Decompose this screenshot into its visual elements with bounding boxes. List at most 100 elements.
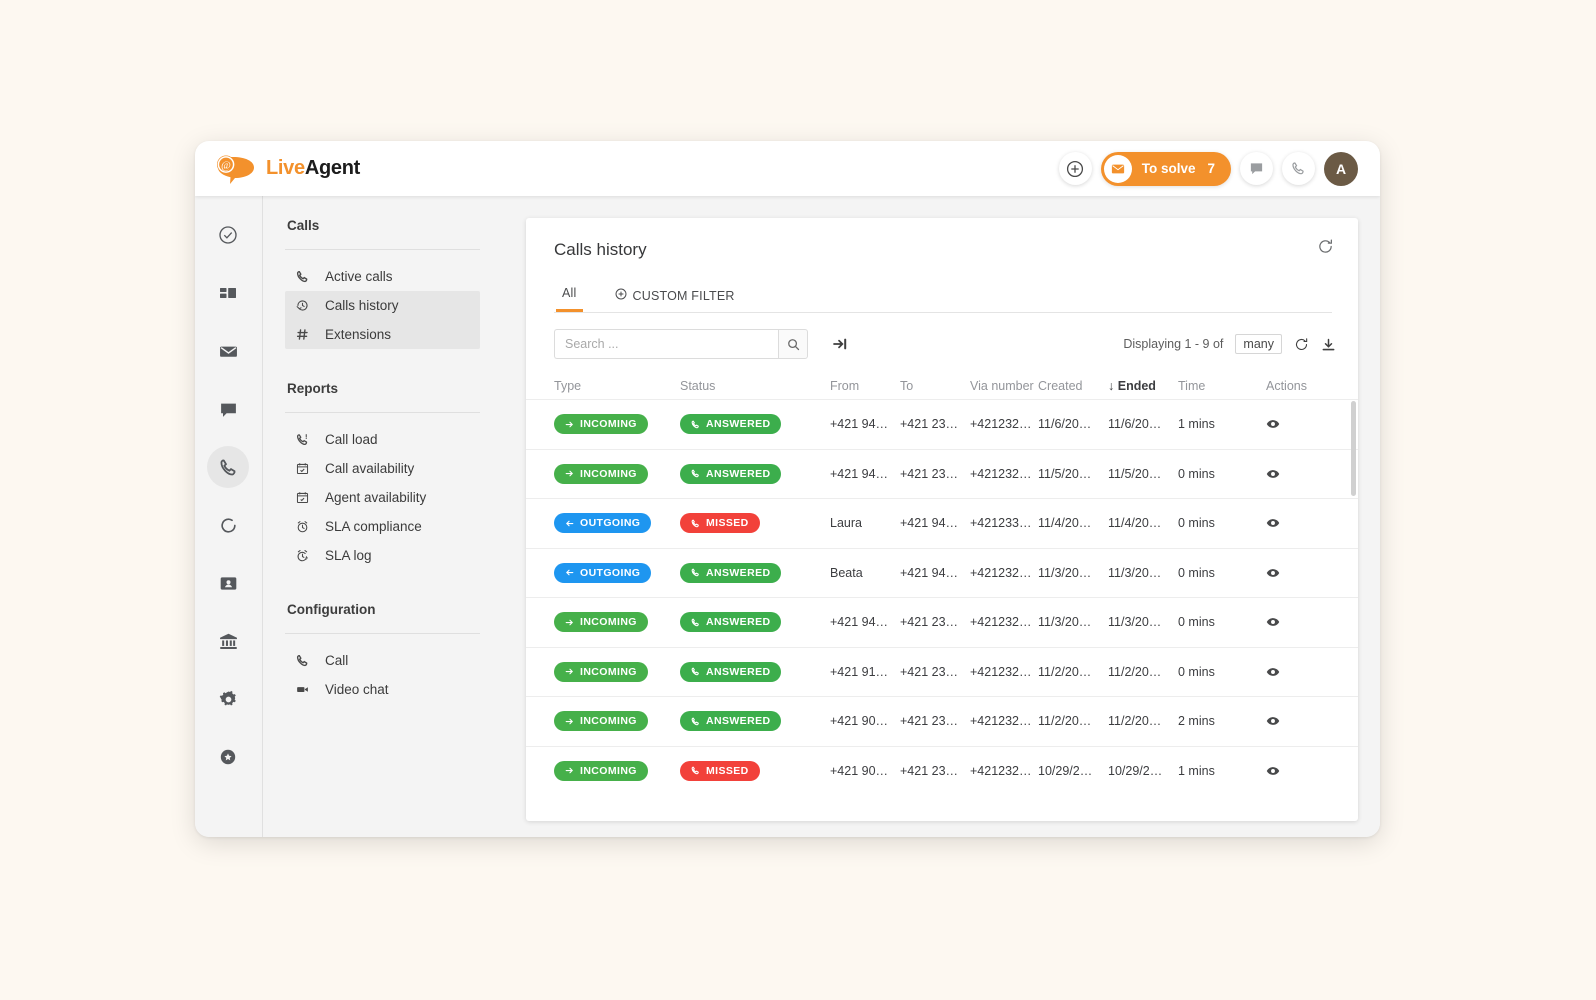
arrow-right-icon [565,766,574,775]
rail-item-tickets[interactable] [207,214,249,256]
add-button[interactable] [1058,152,1092,185]
cell-created: 11/5/20… [1038,466,1092,481]
to-solve-button[interactable]: To solve 7 [1100,151,1231,186]
table-row[interactable]: INCOMING MISSED +421 90… +421 23… +421232… 10… [526,745,1358,795]
sidebar-item-sla-compliance[interactable]: SLA compliance [285,512,480,541]
tab-all[interactable]: All [556,286,583,312]
sidebar-item-label: Active calls [324,269,393,284]
cell-time: 2 mins [1178,714,1215,729]
cell-to: +421 23… [900,466,959,481]
alarm-clock-icon [295,520,311,533]
table-scrollbar[interactable] [1351,401,1356,496]
eye-icon[interactable] [1266,566,1336,580]
at-speech-bubble-icon: @ [213,153,257,185]
cell-created: 11/3/20… [1038,615,1092,630]
cell-from: +421 94… [830,615,889,630]
col-time[interactable]: Time [1178,379,1266,393]
phone-icon [691,519,700,528]
chat-button[interactable] [1240,152,1273,185]
calendar-icon [295,491,311,504]
col-status[interactable]: Status [680,379,830,393]
nav-group-calls: Active calls Calls history Extensions [284,262,480,349]
eye-icon[interactable] [1266,665,1336,679]
sidebar-item-agent-availability[interactable]: Agent availability [285,483,480,512]
table-row[interactable]: INCOMING ANSWERED +421 91… +421 23… +421232…… [526,646,1358,696]
phone-icon [691,618,700,627]
eye-icon[interactable] [1266,516,1336,530]
export-download-icon[interactable] [1321,337,1336,352]
sidebar-item-calls-history[interactable]: Calls history [285,291,480,320]
eye-icon[interactable] [1266,417,1336,431]
eye-icon[interactable] [1266,764,1336,778]
table-scroll-area: Type Status From To Via number Created ↓… [526,373,1358,821]
cell-via-number: +421232… [970,664,1032,679]
cell-from: +421 94… [830,466,889,481]
sidebar-item-call[interactable]: Call [285,646,480,675]
eye-icon[interactable] [1266,615,1336,629]
col-created[interactable]: Created [1038,379,1108,393]
rail-item-contacts[interactable] [207,562,249,604]
eye-icon[interactable] [1266,714,1336,728]
col-to[interactable]: To [900,379,970,393]
phone-icon [691,717,700,726]
cell-type: INCOMING [554,760,680,781]
refresh-icon[interactable] [1317,238,1334,260]
cell-to: +421 23… [900,664,959,679]
search-input[interactable] [554,329,778,359]
type-badge: OUTGOING [554,513,652,534]
table-row[interactable]: INCOMING ANSWERED +421 94… +421 23… +421232…… [526,399,1358,449]
nav-section-title: Calls [286,218,320,233]
cell-created: 11/2/20… [1038,664,1092,679]
rail-item-email[interactable] [207,330,249,372]
rail-item-dashboard[interactable] [207,272,249,314]
sidebar-item-sla-log[interactable]: SLA log [285,541,480,570]
type-badge: INCOMING [554,463,648,484]
rail-item-bank[interactable] [207,620,249,662]
alarm-log-icon [295,549,311,562]
type-badge-label: OUTGOING [580,517,641,530]
col-via[interactable]: Via number [970,379,1038,393]
phone-icon [691,568,700,577]
rail-item-support[interactable] [207,736,249,778]
status-badge-label: MISSED [706,764,749,777]
table-row[interactable]: OUTGOING MISSED Laura +421 94… +421233… 11/4/… [526,498,1358,548]
liveagent-logo[interactable]: @ LiveAgent [213,153,360,185]
search-button[interactable] [778,329,808,359]
sidebar-item-active-calls[interactable]: Active calls [285,262,480,291]
col-from[interactable]: From [830,379,900,393]
sidebar-item-call-load[interactable]: Call load [285,425,480,454]
table-header-row: Type Status From To Via number Created ↓… [526,373,1358,399]
phone-button[interactable] [1282,152,1315,185]
page-size-select[interactable]: many [1235,334,1282,354]
table-refresh-icon[interactable] [1294,337,1309,352]
status-badge-label: ANSWERED [706,566,771,579]
sidebar-item-call-availability[interactable]: Call availability [285,454,480,483]
col-type[interactable]: Type [554,379,680,393]
arrow-to-end-icon[interactable] [832,336,848,352]
type-badge-label: INCOMING [580,616,637,629]
sort-arrow-icon: ↓ [1108,379,1115,393]
eye-icon[interactable] [1266,467,1336,481]
user-avatar[interactable]: A [1324,151,1358,186]
table-row[interactable]: OUTGOING ANSWERED Beata +421 94… +421232… 11/… [526,547,1358,597]
sidebar-item-extensions[interactable]: Extensions [285,320,480,349]
rail-item-settings[interactable] [207,678,249,720]
cell-type: INCOMING [554,711,680,732]
icon-rail [195,196,262,837]
rail-item-sync[interactable] [207,504,249,546]
rail-item-calls[interactable] [207,446,250,488]
cell-status: ANSWERED [680,562,830,583]
status-badge: ANSWERED [680,562,782,583]
table-row[interactable]: INCOMING ANSWERED +421 94… +421 23… +421232…… [526,597,1358,647]
displaying-label: Displaying 1 - 9 of [1123,337,1224,351]
col-ended[interactable]: ↓ Ended [1108,379,1178,393]
status-badge-label: ANSWERED [706,418,771,431]
table-row[interactable]: INCOMING ANSWERED +421 94… +421 23… +421232…… [526,448,1358,498]
sidebar-item-video-chat[interactable]: Video chat [285,675,480,704]
status-badge-label: ANSWERED [706,616,771,629]
tab-custom-filter[interactable]: CUSTOM FILTER [609,288,741,312]
type-badge: INCOMING [554,760,648,781]
table-row[interactable]: INCOMING ANSWERED +421 90… +421 23… +421232…… [526,696,1358,746]
rail-item-chat[interactable] [207,388,249,430]
